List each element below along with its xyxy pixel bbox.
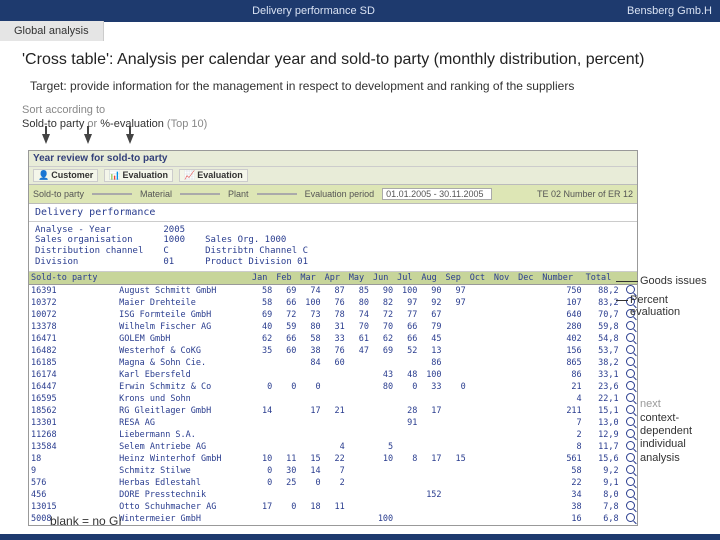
table-header-row: Sold-to partyJanFebMarAprMayJunJulAugSep…	[29, 272, 637, 285]
magnifier-icon[interactable]	[626, 393, 635, 402]
ann-next: next	[640, 398, 661, 410]
brand: Bensberg Gmb.H	[627, 5, 720, 17]
magnifier-icon[interactable]	[626, 465, 635, 474]
ann-context: context-dependent individual analysis	[640, 412, 714, 465]
sort-hint: Sort according to Sold-to party or %-eva…	[22, 103, 704, 132]
right-meta: TE 02 Number of ER 12	[537, 189, 633, 199]
magnifier-icon[interactable]	[626, 333, 635, 342]
table-row[interactable]: 16447Erwin Schmitz & Co0008003302123,6	[29, 381, 637, 393]
footnote-blank: blank = no GI	[50, 514, 122, 528]
table-row[interactable]: 16482Westerhof & CoKG3560387647695213156…	[29, 345, 637, 357]
table-row[interactable]: 16185Magna & Sohn Cie.84608686538,2	[29, 357, 637, 369]
section-title: Delivery performance	[29, 204, 637, 222]
table-row[interactable]: 11268Liebermann S.A.212,9	[29, 429, 637, 441]
table-row[interactable]: 13015Otto Schuhmacher AG1701811387,8	[29, 501, 637, 513]
magnifier-icon[interactable]	[626, 441, 635, 450]
magnifier-icon[interactable]	[626, 501, 635, 510]
table-row[interactable]: 576Herbas Edlestahl02502229,1	[29, 477, 637, 489]
table-row[interactable]: 16471GOLEM GmbH626658336162664540254,8	[29, 333, 637, 345]
ann-percent: Percent evaluation	[630, 294, 720, 318]
table-row[interactable]: 16391August Schmitt GmbH5869748785901009…	[29, 284, 637, 297]
sort-line1: Sort according to	[22, 104, 105, 116]
arrow-icon	[126, 134, 134, 144]
magnifier-icon[interactable]	[626, 417, 635, 426]
sort-soldto: Sold-to party	[22, 118, 84, 130]
lbl-soldto: Sold-to party	[33, 189, 84, 199]
footer-bar	[0, 534, 720, 540]
magnifier-icon[interactable]	[626, 429, 635, 438]
data-table: Sold-to partyJanFebMarAprMayJunJulAugSep…	[29, 272, 637, 525]
fld-period[interactable]: 01.01.2005 - 30.11.2005	[382, 188, 492, 200]
magnifier-icon[interactable]	[626, 477, 635, 486]
filter-bar: Sold-to party Material Plant Evaluation …	[29, 185, 637, 204]
fld-soldto[interactable]	[92, 193, 132, 195]
table-row[interactable]: 18562RG Gleitlager GmbH141721281721115,1	[29, 405, 637, 417]
arrow-icon	[42, 134, 50, 144]
tab-global-analysis[interactable]: Global analysis	[0, 21, 104, 41]
magnifier-icon[interactable]	[626, 285, 635, 294]
sap-window: Year review for sold-to party 👤 Customer…	[28, 150, 638, 526]
lbl-material: Material	[140, 189, 172, 199]
lbl-plant: Plant	[228, 189, 249, 199]
sap-title: Year review for sold-to party	[29, 151, 637, 167]
magnifier-icon[interactable]	[626, 453, 635, 462]
fld-material[interactable]	[180, 193, 220, 195]
magnifier-icon[interactable]	[626, 321, 635, 330]
sort-arrows	[22, 134, 704, 148]
table-row[interactable]: 9Schmitz Stilwe030147589,2	[29, 465, 637, 477]
sort-percent: %-evaluation	[100, 118, 164, 130]
table-row[interactable]: 10372Maier Drehteile58661007680829792971…	[29, 297, 637, 309]
btn-customer[interactable]: 👤 Customer	[33, 169, 98, 182]
table-row[interactable]: 13378Wilhelm Fischer AG40598031707066792…	[29, 321, 637, 333]
btn-evaluation[interactable]: 📊 Evaluation	[104, 169, 173, 182]
magnifier-icon[interactable]	[626, 489, 635, 498]
table-row[interactable]: 10072ISG Formteile GmbH69727378747277676…	[29, 309, 637, 321]
table-row[interactable]: 18Heinz Winterhof GmbH101115221081715561…	[29, 453, 637, 465]
sap-toolbar: 👤 Customer 📊 Evaluation 📈 Evaluation	[29, 167, 637, 185]
btn-evaluation2[interactable]: 📈 Evaluation	[179, 169, 248, 182]
page-title: 'Cross table': Analysis per calendar yea…	[22, 51, 704, 69]
magnifier-icon[interactable]	[626, 345, 635, 354]
table-row[interactable]: 456DORE Presstechnik152348,0	[29, 489, 637, 501]
meta-block: Analyse - Year Sales organisation Distri…	[29, 222, 637, 272]
table-row[interactable]: 16174Karl Ebersfeld43481008633,1	[29, 369, 637, 381]
magnifier-icon[interactable]	[626, 369, 635, 378]
topbar: Delivery performance SD Bensberg Gmb.H	[0, 0, 720, 22]
table-row[interactable]: 13584Selem Antriebe AG45811,7	[29, 441, 637, 453]
table-row[interactable]: 13301RESA AG91713,0	[29, 417, 637, 429]
magnifier-icon[interactable]	[626, 381, 635, 390]
magnifier-icon[interactable]	[626, 405, 635, 414]
ann-goods: Goods issues	[640, 275, 707, 287]
arrow-icon	[84, 134, 92, 144]
magnifier-icon[interactable]	[626, 357, 635, 366]
title-center: Delivery performance SD	[0, 5, 627, 17]
fld-plant[interactable]	[257, 193, 297, 195]
table-row[interactable]: 16595Krons und Sohn422,1	[29, 393, 637, 405]
target-text: Target: provide information for the mana…	[22, 79, 704, 93]
lbl-period: Evaluation period	[305, 189, 375, 199]
magnifier-icon[interactable]	[626, 513, 635, 522]
